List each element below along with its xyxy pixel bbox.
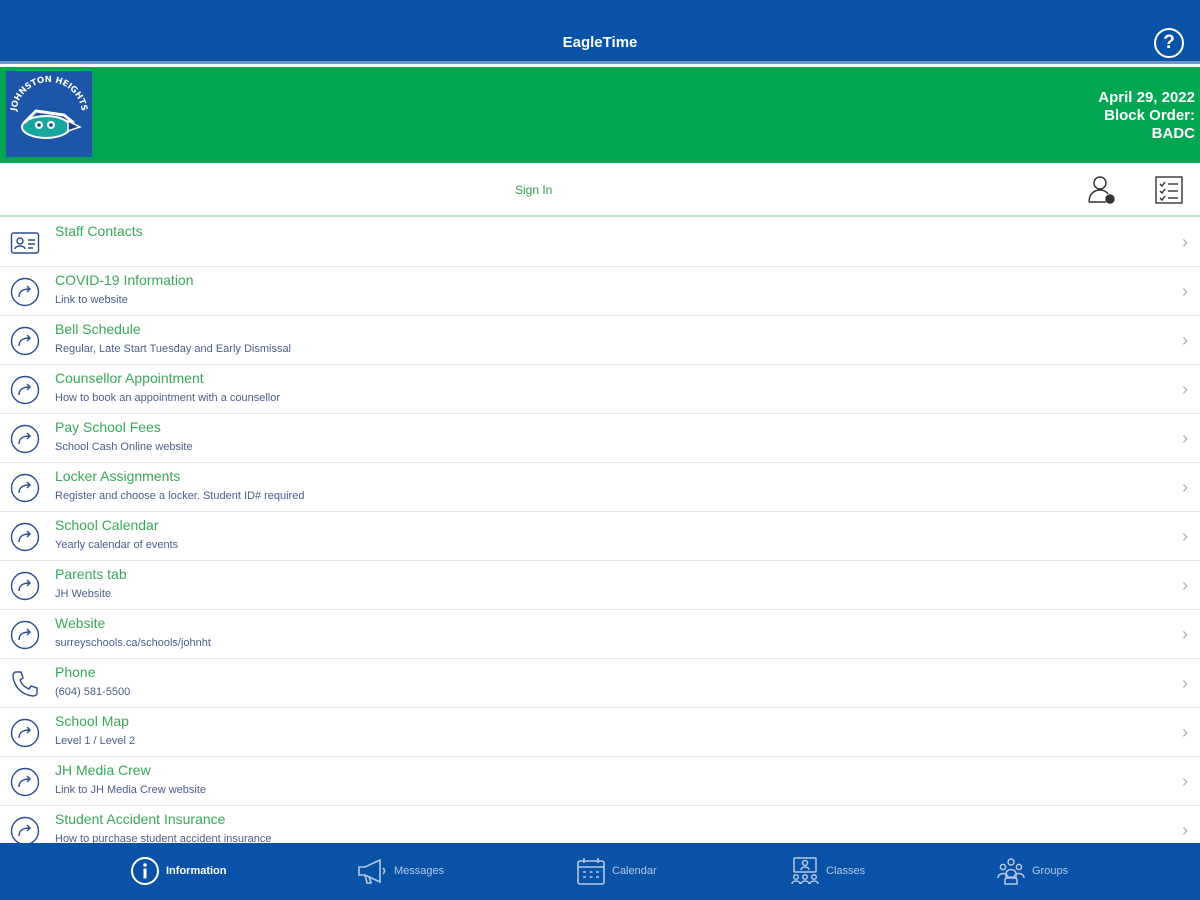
item-title: Counsellor Appointment — [55, 370, 204, 386]
item-title: School Calendar — [55, 517, 159, 533]
list-item[interactable]: Website surreyschools.ca/schools/johnht … — [0, 610, 1200, 659]
list-item[interactable]: Staff Contacts › — [0, 218, 1200, 267]
share-arrow-icon — [10, 816, 40, 846]
tab-label: Classes — [826, 865, 866, 877]
chevron-right-icon: › — [1182, 771, 1188, 791]
tab-calendar[interactable]: Calendar — [576, 851, 657, 891]
svg-text:JOHNSTON HEIGHTS: JOHNSTON HEIGHTS — [9, 75, 89, 113]
list-item[interactable]: Pay School Fees School Cash Online websi… — [0, 414, 1200, 463]
share-arrow-icon — [10, 620, 40, 650]
checklist-icon[interactable] — [1155, 176, 1183, 209]
list-item[interactable]: Counsellor Appointment How to book an ap… — [0, 365, 1200, 414]
list-item[interactable]: COVID-19 Information Link to website › — [0, 267, 1200, 316]
list-item[interactable]: School Calendar Yearly calendar of event… — [0, 512, 1200, 561]
top-app-bar: EagleTime ? — [0, 0, 1200, 64]
item-subtitle: JH Website — [55, 588, 112, 600]
list-item[interactable]: Parents tab JH Website › — [0, 561, 1200, 610]
item-title: Staff Contacts — [55, 223, 143, 239]
tab-information[interactable]: Information — [130, 851, 227, 891]
logo-text: JOHNSTON HEIGHTS — [9, 75, 89, 113]
phone-icon — [10, 669, 40, 699]
banner-info: April 29, 2022 Block Order: BADC — [1098, 89, 1195, 143]
list-item[interactable]: Phone (604) 581-5500 › — [0, 659, 1200, 708]
calendar-icon — [577, 858, 605, 885]
share-arrow-icon — [10, 718, 40, 748]
tab-classes[interactable]: Classes — [790, 851, 865, 891]
item-title: Student Accident Insurance — [55, 811, 226, 827]
tab-messages[interactable]: Messages — [356, 851, 444, 891]
item-subtitle: Level 1 / Level 2 — [55, 735, 136, 747]
info-icon — [131, 857, 159, 885]
tab-label: Information — [166, 865, 227, 877]
help-icon[interactable]: ? — [1154, 28, 1184, 58]
banner-date: April 29, 2022 — [1098, 89, 1195, 106]
list-item[interactable]: JH Media Crew Link to JH Media Crew webs… — [0, 757, 1200, 806]
item-title: Locker Assignments — [55, 468, 181, 484]
item-subtitle: Link to website — [55, 294, 128, 306]
share-arrow-icon — [10, 473, 40, 503]
item-title: Bell Schedule — [55, 321, 141, 337]
school-logo: JOHNSTON HEIGHTS — [6, 71, 92, 157]
item-title: Phone — [55, 664, 96, 680]
megaphone-icon — [358, 858, 386, 884]
list-item[interactable]: Bell Schedule Regular, Late Start Tuesda… — [0, 316, 1200, 365]
chevron-right-icon: › — [1182, 575, 1188, 595]
contact-card-icon — [10, 228, 40, 258]
item-title: COVID-19 Information — [55, 272, 194, 288]
chevron-right-icon: › — [1182, 673, 1188, 693]
chevron-right-icon: › — [1182, 379, 1188, 399]
signin-bar: Sign In — [0, 163, 1200, 217]
list-item[interactable]: School Map Level 1 / Level 2 › — [0, 708, 1200, 757]
item-subtitle: School Cash Online website — [55, 441, 193, 453]
item-title: Pay School Fees — [55, 419, 161, 435]
item-subtitle: Yearly calendar of events — [55, 539, 179, 551]
block-order-value: BADC — [1151, 125, 1195, 142]
share-arrow-icon — [10, 424, 40, 454]
item-subtitle: How to book an appointment with a counse… — [55, 392, 281, 404]
item-subtitle: (604) 581-5500 — [55, 686, 131, 698]
classes-icon — [791, 857, 819, 885]
item-subtitle: Link to JH Media Crew website — [55, 784, 207, 796]
chevron-right-icon: › — [1182, 820, 1188, 840]
bottom-tab-bar: Information Messages Calendar Classes Gr… — [0, 843, 1200, 900]
chevron-right-icon: › — [1182, 330, 1188, 350]
chevron-right-icon: › — [1182, 428, 1188, 448]
share-arrow-icon — [10, 277, 40, 307]
school-banner: JOHNSTON HEIGHTS April 29, 2022 Block Or… — [0, 67, 1200, 163]
item-title: School Map — [55, 713, 129, 729]
chevron-right-icon: › — [1182, 722, 1188, 742]
item-subtitle: Regular, Late Start Tuesday and Early Di… — [55, 343, 292, 355]
item-subtitle: surreyschools.ca/schools/johnht — [55, 637, 211, 649]
chevron-right-icon: › — [1182, 526, 1188, 546]
tab-groups[interactable]: Groups — [996, 851, 1068, 891]
share-arrow-icon — [10, 571, 40, 601]
item-subtitle: Register and choose a locker. Student ID… — [55, 490, 305, 502]
list-item[interactable]: Locker Assignments Register and choose a… — [0, 463, 1200, 512]
item-title: JH Media Crew — [55, 762, 151, 778]
chevron-right-icon: › — [1182, 477, 1188, 497]
item-title: Parents tab — [55, 566, 127, 582]
chevron-right-icon: › — [1182, 281, 1188, 301]
app-title: EagleTime — [562, 34, 638, 51]
tab-label: Messages — [394, 865, 445, 877]
share-arrow-icon — [10, 522, 40, 552]
item-title: Website — [55, 615, 106, 631]
info-list: Staff Contacts › COVID-19 Information Li… — [0, 218, 1200, 855]
chevron-right-icon: › — [1182, 624, 1188, 644]
share-arrow-icon — [10, 767, 40, 797]
sign-in-link[interactable]: Sign In — [515, 183, 552, 197]
groups-icon — [997, 858, 1025, 885]
tab-label: Groups — [1032, 865, 1069, 877]
profile-icon[interactable] — [1086, 174, 1118, 211]
block-order-label: Block Order: — [1104, 107, 1195, 124]
share-arrow-icon — [10, 326, 40, 356]
tab-label: Calendar — [612, 865, 657, 877]
chevron-right-icon: › — [1182, 232, 1188, 252]
share-arrow-icon — [10, 375, 40, 405]
